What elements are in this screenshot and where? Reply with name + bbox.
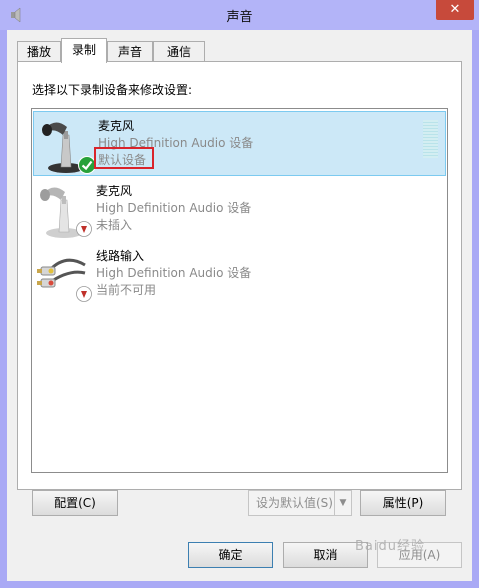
unplugged-badge-icon xyxy=(76,221,92,237)
tab-playback[interactable]: 播放 xyxy=(17,41,61,62)
chevron-down-icon[interactable]: ▼ xyxy=(334,491,351,515)
device-item-line-in[interactable]: 线路输入 High Definition Audio 设备 当前不可用 xyxy=(32,242,447,307)
device-item-microphone-unplugged[interactable]: 麦克风 High Definition Audio 设备 未插入 xyxy=(32,177,447,242)
properties-button[interactable]: 属性(P) xyxy=(360,490,446,516)
device-item-microphone-default[interactable]: 麦克风 High Definition Audio 设备 默认设备 xyxy=(33,111,446,176)
annotation-highlight-box xyxy=(94,147,154,169)
recording-tab-panel: 选择以下录制设备来修改设置: 麦克风 High Definition Audio… xyxy=(17,61,462,516)
configure-button-label: 配置(C) xyxy=(54,496,96,510)
device-driver: High Definition Audio 设备 xyxy=(96,266,252,280)
configure-button[interactable]: 配置(C) xyxy=(32,490,118,516)
ok-button[interactable]: 确定 xyxy=(188,542,273,568)
baidu-watermark: Baidu经验 xyxy=(355,539,425,554)
window-title: 声音 xyxy=(226,10,253,25)
device-name: 麦克风 xyxy=(98,119,135,133)
tab-communications[interactable]: 通信 xyxy=(153,41,205,62)
tab-communications-label: 通信 xyxy=(166,45,191,59)
tab-sounds[interactable]: 声音 xyxy=(107,41,153,62)
tab-sounds-label: 声音 xyxy=(117,45,142,59)
unplugged-badge-icon xyxy=(76,286,92,302)
device-name: 线路输入 xyxy=(96,249,145,263)
tab-recording-label: 录制 xyxy=(71,43,96,57)
tab-recording[interactable]: 录制 xyxy=(61,38,107,63)
set-default-button-label: 设为默认值(S) xyxy=(256,496,333,510)
device-name: 麦克风 xyxy=(96,184,133,198)
dialog-client-area: 播放 录制 声音 通信 选择以下录制设备来修改设置: 麦克风 High Defi… xyxy=(7,30,472,581)
close-button[interactable]: ✕ xyxy=(436,0,474,20)
device-status: 当前不可用 xyxy=(96,283,157,297)
properties-button-label: 属性(P) xyxy=(382,496,424,510)
device-status: 未插入 xyxy=(96,218,133,232)
ok-button-label: 确定 xyxy=(218,548,243,562)
set-default-button[interactable]: 设为默认值(S) ▼ xyxy=(248,490,352,516)
level-meter xyxy=(423,120,438,158)
device-driver: High Definition Audio 设备 xyxy=(96,201,252,215)
instruction-text: 选择以下录制设备来修改设置: xyxy=(32,83,193,97)
recording-device-list[interactable]: 麦克风 High Definition Audio 设备 默认设备 麦克风 Hi… xyxy=(31,108,448,473)
tab-playback-label: 播放 xyxy=(26,45,51,59)
title-bar[interactable]: 声音 ✕ xyxy=(0,0,479,30)
cancel-button-label: 取消 xyxy=(313,548,338,562)
close-icon: ✕ xyxy=(449,2,461,17)
